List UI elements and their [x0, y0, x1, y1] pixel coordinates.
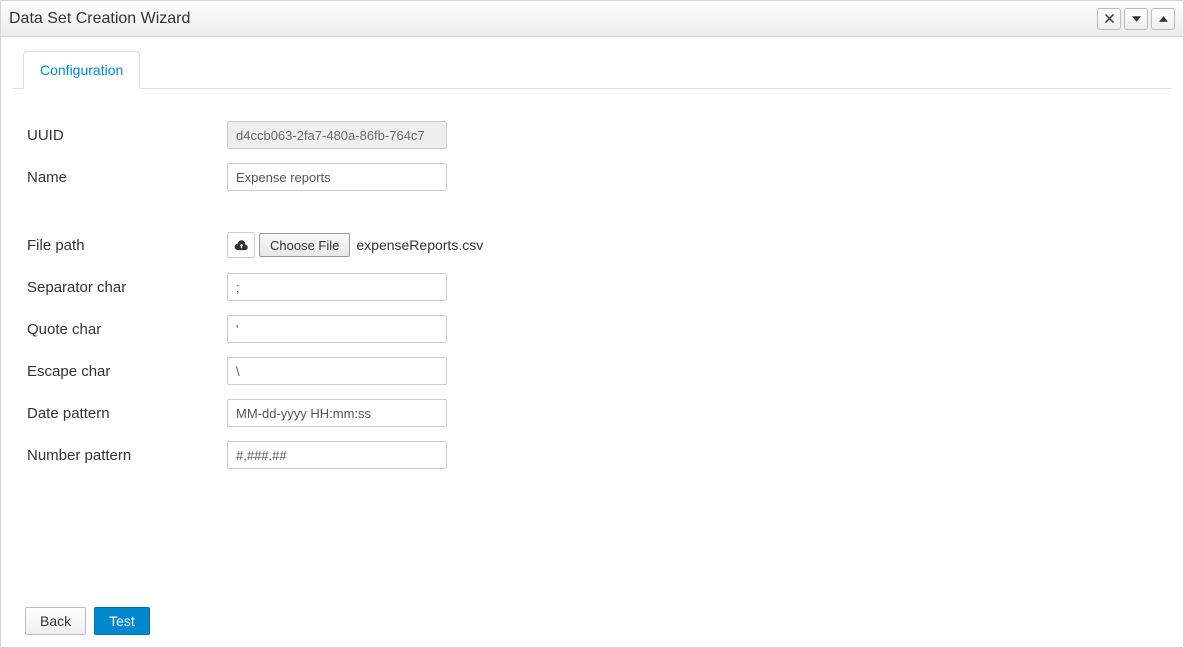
tab-configuration[interactable]: Configuration: [23, 51, 140, 89]
uuid-label: UUID: [27, 127, 227, 144]
number-pattern-label: Number pattern: [27, 447, 227, 464]
collapse-button[interactable]: [1151, 8, 1175, 30]
selected-file-name: expenseReports.csv: [356, 237, 483, 253]
escape-field[interactable]: [227, 357, 447, 385]
test-button[interactable]: Test: [94, 607, 150, 635]
file-path-label: File path: [27, 237, 227, 254]
name-label: Name: [27, 169, 227, 186]
row-number-pattern: Number pattern: [27, 441, 1171, 469]
titlebar: Data Set Creation Wizard: [1, 1, 1183, 37]
row-name: Name: [27, 163, 1171, 191]
row-date-pattern: Date pattern: [27, 399, 1171, 427]
caret-up-icon: [1159, 16, 1168, 22]
titlebar-controls: [1094, 8, 1175, 30]
wizard-window: Data Set Creation Wizard Configuration: [0, 0, 1184, 648]
row-quote: Quote char: [27, 315, 1171, 343]
row-separator: Separator char: [27, 273, 1171, 301]
form-area: UUID Name File path: [13, 89, 1171, 483]
caret-down-icon: [1132, 16, 1141, 22]
footer-buttons: Back Test: [25, 607, 150, 635]
dropdown-button[interactable]: [1124, 8, 1148, 30]
window-title: Data Set Creation Wizard: [9, 10, 1094, 28]
row-uuid: UUID: [27, 121, 1171, 149]
close-button[interactable]: [1097, 8, 1121, 30]
separator-field[interactable]: [227, 273, 447, 301]
content-area: Configuration UUID Name File path: [1, 37, 1183, 647]
uuid-field: [227, 121, 447, 149]
tabs: Configuration: [13, 51, 1171, 89]
date-pattern-field[interactable]: [227, 399, 447, 427]
upload-button[interactable]: [227, 232, 255, 258]
row-file-path: File path Choose File expenseReports.csv: [27, 231, 1171, 259]
cloud-upload-icon: [234, 240, 249, 251]
close-icon: [1105, 14, 1114, 23]
quote-field[interactable]: [227, 315, 447, 343]
quote-label: Quote char: [27, 321, 227, 338]
back-button[interactable]: Back: [25, 607, 86, 635]
number-pattern-field[interactable]: [227, 441, 447, 469]
separator-label: Separator char: [27, 279, 227, 296]
name-field[interactable]: [227, 163, 447, 191]
row-escape: Escape char: [27, 357, 1171, 385]
choose-file-button[interactable]: Choose File: [259, 233, 350, 257]
escape-label: Escape char: [27, 363, 227, 380]
date-pattern-label: Date pattern: [27, 405, 227, 422]
